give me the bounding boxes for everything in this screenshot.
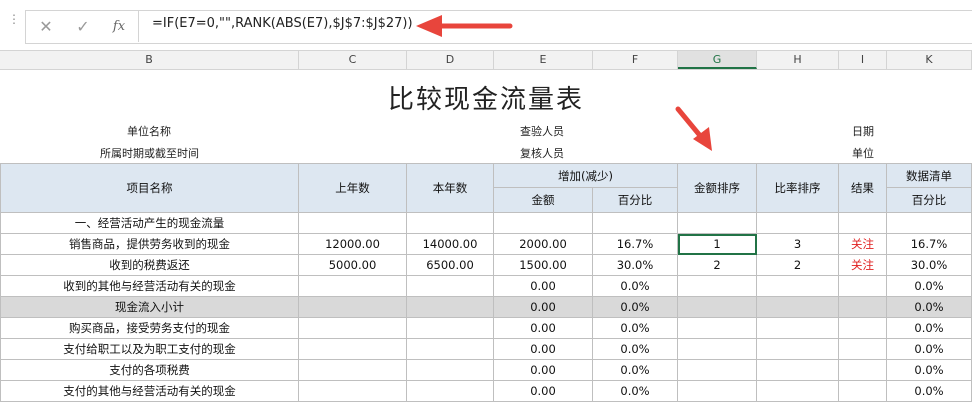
- column-header-k[interactable]: K: [887, 51, 972, 69]
- formula-arrow: [416, 15, 513, 37]
- column-header-f[interactable]: F: [593, 51, 678, 69]
- column-header-d[interactable]: D: [407, 51, 494, 69]
- column-header-g[interactable]: G: [678, 51, 757, 69]
- column-header-c[interactable]: C: [299, 51, 407, 69]
- worksheet: 比较现金流量表 单位名称 所属时期或截至时间 查验人员 复核人员 日期 单位 项…: [0, 69, 972, 406]
- cell-rank-amt[interactable]: 1: [678, 234, 757, 255]
- column-header-e[interactable]: E: [494, 51, 593, 69]
- annotation-arrows: [675, 106, 712, 151]
- column-header-i[interactable]: I: [839, 51, 887, 69]
- column-header-row: B C D E F G H I K: [0, 50, 972, 70]
- column-header-h[interactable]: H: [757, 51, 839, 69]
- column-header-b[interactable]: B: [0, 51, 299, 69]
- arrow-to-column-g: [675, 106, 712, 151]
